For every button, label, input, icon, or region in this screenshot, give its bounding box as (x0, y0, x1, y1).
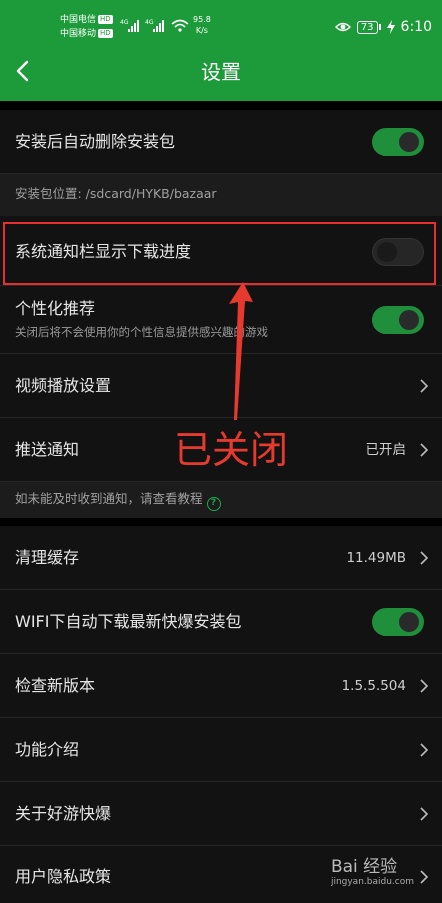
setting-features[interactable]: 功能介绍 (0, 718, 442, 782)
carrier-2: 中国移动 (60, 29, 97, 39)
svg-text:4G: 4G (145, 19, 154, 26)
setting-auto-delete[interactable]: 安装后自动删除安装包 (0, 110, 442, 174)
package-location-note: 安装包位置: /sdcard/HYKB/bazaar (0, 174, 442, 216)
status-right: 73 6:10 (334, 17, 432, 37)
setting-label: 关于好游快爆 (15, 804, 112, 823)
chevron-right-icon (420, 679, 429, 693)
speed-value: 95.8 (193, 15, 211, 24)
setting-value: 已开启 (365, 442, 407, 458)
setting-about[interactable]: 关于好游快爆 (0, 782, 442, 846)
push-note-text[interactable]: 如未能及时收到通知，请查看教程? (15, 490, 221, 511)
app-header: 中国电信 HD 中国移动 HD 4G 4G 95.8 K/s 73 6:10 设… (0, 0, 442, 101)
carrier-1: 中国电信 (60, 15, 97, 25)
help-icon[interactable]: ? (206, 497, 221, 511)
setting-value: 11.49MB (346, 550, 406, 566)
title-bar: 设置 (0, 44, 442, 101)
setting-cache[interactable]: 清理缓存 11.49MB (0, 526, 442, 590)
setting-label: 视频播放设置 (15, 376, 112, 395)
clock: 6:10 (400, 19, 432, 35)
setting-check-update[interactable]: 检查新版本 1.5.5.504 (0, 654, 442, 718)
setting-wifi-auto-download[interactable]: WIFI下自动下载最新快爆安装包 (0, 590, 442, 654)
eye-icon (334, 22, 351, 32)
annotation-arrow-icon (229, 282, 253, 420)
push-note: 如未能及时收到通知，请查看教程? (0, 482, 442, 518)
setting-personalized[interactable]: 个性化推荐 关闭后将不会使用你的个性信息提供感兴趣的游戏 (0, 286, 442, 354)
chevron-right-icon (420, 870, 429, 884)
setting-video-playback[interactable]: 视频播放设置 (0, 354, 442, 418)
chevron-right-icon (420, 807, 429, 821)
setting-label: 功能介绍 (15, 740, 80, 759)
battery-icon: 73 (356, 20, 381, 34)
setting-value: 1.5.5.504 (341, 678, 406, 694)
package-location-text: 安装包位置: /sdcard/HYKB/bazaar (15, 186, 217, 201)
hd-badge-1: HD (98, 15, 113, 24)
network-speed: 95.8 K/s (193, 14, 211, 36)
battery-level: 73 (356, 20, 378, 34)
watermark-url: jingyan.baidu.com (330, 877, 414, 887)
setting-label: 用户隐私政策 (15, 867, 112, 886)
setting-label: 清理缓存 (15, 548, 80, 567)
highlight-box (3, 222, 436, 285)
watermark-brand: Bai 经验 (330, 857, 398, 877)
svg-text:4G: 4G (120, 19, 129, 26)
baidu-watermark: Bai 经验 jingyan.baidu.com (331, 852, 414, 887)
charging-icon (386, 20, 395, 34)
setting-label: 个性化推荐 (15, 299, 96, 318)
chevron-right-icon (420, 443, 429, 457)
status-bar: 中国电信 HD 中国移动 HD 4G 4G 95.8 K/s 73 6:10 (0, 0, 442, 44)
chevron-right-icon (420, 743, 429, 757)
setting-label: WIFI下自动下载最新快爆安装包 (15, 612, 242, 631)
setting-label: 安装后自动删除安装包 (15, 132, 176, 151)
setting-label: 推送通知 (15, 440, 80, 459)
signal-icon-2: 4G (145, 19, 164, 32)
annotation-text: 已关闭 (174, 428, 289, 472)
signal-icon-1: 4G (120, 19, 139, 32)
push-note-label: 如未能及时收到通知，请查看教程 (15, 491, 203, 506)
setting-label: 检查新版本 (15, 676, 96, 695)
auto-delete-toggle[interactable] (372, 128, 424, 156)
speed-unit: K/s (195, 26, 208, 35)
chevron-right-icon (420, 379, 429, 393)
personalized-toggle[interactable] (372, 306, 424, 334)
wifi-auto-toggle[interactable] (372, 608, 424, 636)
page-title: 设置 (201, 60, 241, 84)
hd-badge-2: HD (98, 29, 113, 38)
carrier-info: 中国电信 HD 中国移动 HD (60, 13, 113, 41)
chevron-right-icon (420, 551, 429, 565)
wifi-icon (171, 19, 189, 32)
